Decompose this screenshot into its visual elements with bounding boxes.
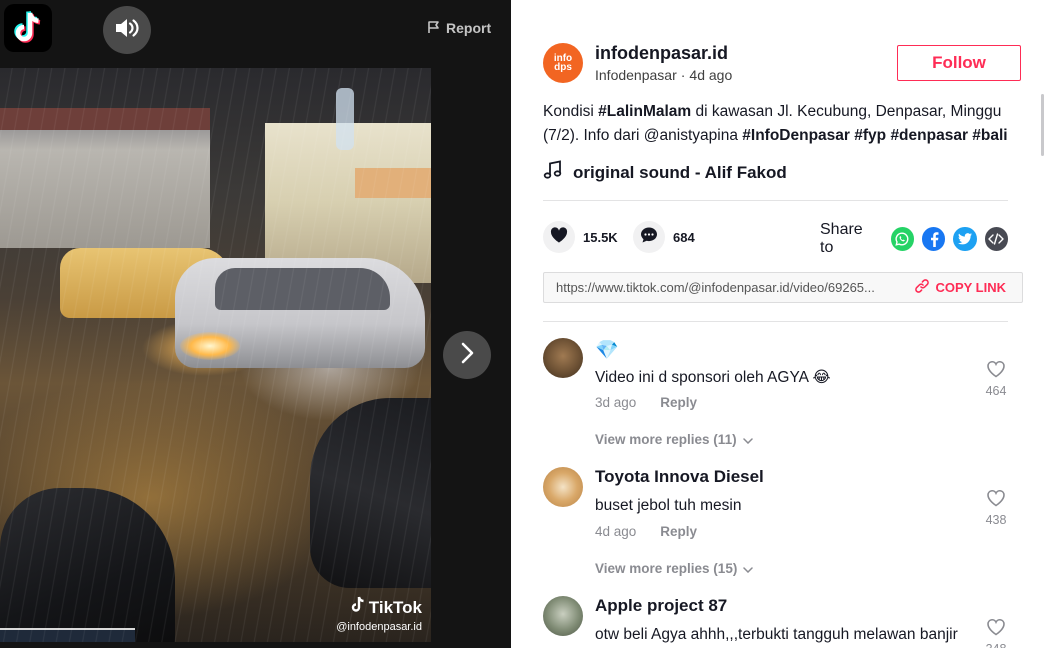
comment-item: Apple project 87 otw beli Agya ahhh,,,te… <box>543 596 1013 648</box>
report-button[interactable]: Report <box>427 18 491 38</box>
link-icon <box>915 279 930 296</box>
video-watermark: TikTok @infodenpasar.id <box>336 596 422 633</box>
like-count: 15.5K <box>583 229 618 245</box>
comment-text: buset jebol tuh mesin <box>595 497 742 514</box>
copy-link-button[interactable]: COPY LINK <box>905 279 1022 296</box>
comment-like-button[interactable]: 348 <box>984 618 1008 648</box>
music-note-icon <box>543 160 563 185</box>
video-scene-rain <box>0 68 431 642</box>
share-area: Share to <box>820 221 1008 257</box>
view-more-replies-label: View more replies (15) <box>595 561 738 576</box>
chevron-down-icon <box>742 432 753 447</box>
like-button[interactable]: 15.5K <box>543 221 618 253</box>
volume-icon <box>114 17 140 44</box>
share-label: Share to <box>820 221 863 256</box>
comment-bubble-icon <box>640 226 658 249</box>
comment-item: Toyota Innova Diesel buset jebol tuh mes… <box>543 467 1013 577</box>
copy-link-box: https://www.tiktok.com/@infodenpasar.id/… <box>543 272 1023 303</box>
watermark-brand-text: TikTok <box>368 597 422 617</box>
reply-button[interactable]: Reply <box>660 524 697 539</box>
heart-icon <box>550 226 568 248</box>
author-avatar[interactable]: info dps <box>543 43 583 83</box>
divider <box>543 321 1008 322</box>
heart-outline-icon <box>986 489 1006 512</box>
heart-outline-icon <box>986 618 1006 641</box>
sound-toggle-button[interactable] <box>103 6 151 54</box>
hashtag-link[interactable]: #fyp <box>854 127 886 144</box>
music-title: original sound - Alif Fakod <box>573 162 787 182</box>
comment-username[interactable]: 💎 <box>595 338 619 362</box>
report-label: Report <box>446 20 492 36</box>
comment-item: 💎 Video ini d sponsori oleh AGYA 😂 3d ag… <box>543 338 1013 448</box>
hashtag-link[interactable]: #InfoDenpasar <box>742 127 850 144</box>
caption-text: Kondisi <box>543 103 599 120</box>
chevron-down-icon <box>743 561 754 576</box>
video-link-text[interactable]: https://www.tiktok.com/@infodenpasar.id/… <box>544 280 905 295</box>
reply-button[interactable]: Reply <box>660 395 697 410</box>
scrollbar-thumb[interactable] <box>1041 94 1044 156</box>
video-pane: TikTok @infodenpasar.id Report <box>0 0 511 648</box>
next-video-button[interactable] <box>443 331 491 379</box>
video-caption: Kondisi #LalinMalam di kawasan Jl. Kecub… <box>543 100 1013 148</box>
heart-outline-icon <box>986 360 1006 383</box>
comment-text: Video ini d sponsori oleh AGYA 😂 <box>595 369 831 386</box>
comment-meta: 4d ago Reply <box>595 524 697 539</box>
whatsapp-icon[interactable] <box>890 227 915 251</box>
comment-count: 684 <box>673 229 695 245</box>
divider <box>543 200 1008 201</box>
comment-avatar[interactable] <box>543 338 583 378</box>
watermark-brand: TikTok <box>336 596 422 619</box>
like-icon-circle <box>543 221 575 253</box>
embed-icon[interactable] <box>984 227 1008 251</box>
author-meta: Infodenpasar · 4d ago <box>595 67 732 83</box>
comment-icon-circle <box>633 221 665 253</box>
hashtag-link[interactable]: #denpasar <box>890 127 968 144</box>
comment-avatar[interactable] <box>543 467 583 507</box>
tiktok-logo-icon[interactable] <box>4 4 52 52</box>
meta-separator: · <box>680 67 686 83</box>
author-avatar-text-bottom: dps <box>554 62 572 73</box>
author-nickname: Infodenpasar <box>595 67 677 83</box>
video-info-panel: info dps infodenpasar.id Infodenpasar · … <box>511 0 1045 648</box>
author-row: info dps infodenpasar.id Infodenpasar · … <box>543 43 1021 83</box>
comment-avatar[interactable] <box>543 596 583 636</box>
watermark-handle: @infodenpasar.id <box>336 621 422 633</box>
comment-like-count: 438 <box>985 513 1007 527</box>
hashtag-link[interactable]: #bali <box>972 127 1007 144</box>
comment-like-count: 348 <box>986 642 1007 648</box>
twitter-icon[interactable] <box>953 227 977 251</box>
comment-like-count: 464 <box>985 384 1007 398</box>
comment-meta: 3d ago Reply <box>595 395 697 410</box>
comment-like-button[interactable]: 438 <box>984 489 1008 527</box>
flag-icon <box>427 20 441 37</box>
actions-row: 15.5K 684 Share to <box>543 221 1008 256</box>
author-username[interactable]: infodenpasar.id <box>595 43 728 64</box>
view-more-replies-label: View more replies (11) <box>595 432 737 447</box>
comment-time: 3d ago <box>595 395 637 410</box>
post-date: 4d ago <box>689 67 733 83</box>
hashtag-link[interactable]: #LalinMalam <box>598 103 691 120</box>
music-row[interactable]: original sound - Alif Fakod <box>543 160 787 185</box>
tiktok-note-icon <box>350 596 366 619</box>
comment-username[interactable]: Toyota Innova Diesel <box>595 467 764 487</box>
comment-time: 4d ago <box>595 524 637 539</box>
facebook-icon[interactable] <box>922 227 946 251</box>
follow-button[interactable]: Follow <box>897 45 1021 81</box>
copy-link-label: COPY LINK <box>935 280 1006 295</box>
view-more-replies-button[interactable]: View more replies (15) <box>595 561 754 576</box>
comment-like-button[interactable]: 464 <box>984 360 1008 398</box>
view-more-replies-button[interactable]: View more replies (11) <box>595 432 753 447</box>
comment-text: otw beli Agya ahhh,,,terbukti tangguh me… <box>595 626 958 643</box>
video-player[interactable]: TikTok @infodenpasar.id <box>0 68 431 642</box>
comment-button[interactable]: 684 <box>633 221 695 253</box>
comment-username[interactable]: Apple project 87 <box>595 596 727 616</box>
chevron-right-icon <box>460 342 474 369</box>
